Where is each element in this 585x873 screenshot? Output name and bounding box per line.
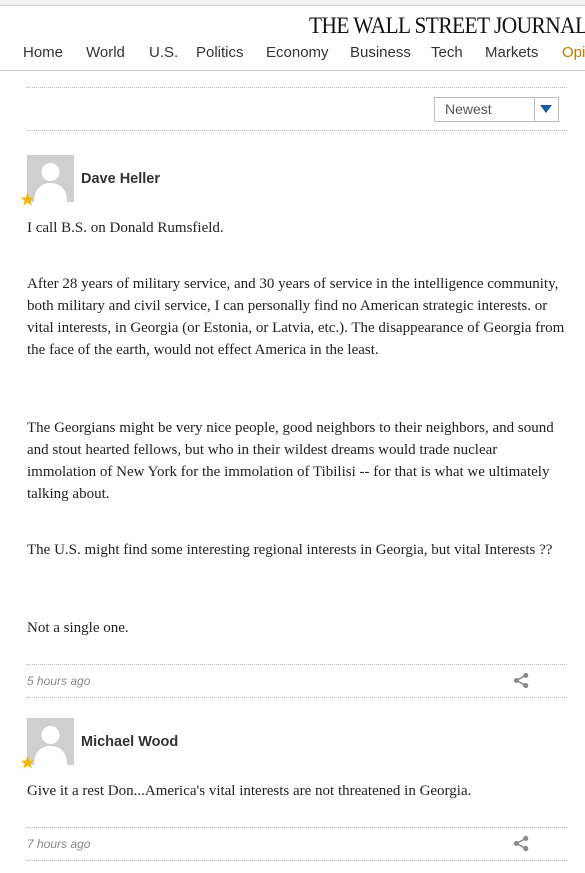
divider — [27, 860, 567, 861]
sort-selected-value: Newest — [445, 101, 492, 117]
nav-item-opinion[interactable]: Opinion — [562, 44, 585, 61]
wsj-logo[interactable]: THE WALL STREET JOURNAL. — [309, 13, 585, 39]
share-icon[interactable] — [513, 672, 530, 689]
divider — [27, 130, 567, 131]
divider — [27, 87, 567, 88]
comment-paragraph: After 28 years of military service, and … — [27, 276, 565, 358]
divider — [27, 827, 567, 828]
nav-item-politics[interactable]: Politics — [196, 44, 244, 61]
sort-dropdown-button[interactable] — [534, 98, 558, 121]
comment-paragraph: Not a single one. — [27, 620, 129, 636]
sort-select[interactable]: Newest — [434, 97, 559, 122]
comment-paragraph: Give it a rest Don...America's vital int… — [27, 783, 472, 799]
comment-timestamp: 5 hours ago — [27, 674, 91, 688]
nav-item-economy[interactable]: Economy — [266, 44, 329, 61]
chevron-down-icon — [540, 105, 552, 113]
nav-item-business[interactable]: Business — [350, 44, 411, 61]
star-icon — [20, 755, 35, 769]
comment-author[interactable]: Dave Heller — [81, 171, 160, 187]
comment-paragraph: The U.S. might find some interesting reg… — [27, 542, 553, 558]
nav-item-markets[interactable]: Markets — [485, 44, 538, 61]
nav-item-us[interactable]: U.S. — [149, 44, 178, 61]
comment-timestamp: 7 hours ago — [27, 837, 91, 851]
nav-item-home[interactable]: Home — [23, 44, 63, 61]
divider — [27, 664, 567, 665]
share-icon[interactable] — [513, 835, 530, 852]
main-nav: Home World U.S. Politics Economy Busines… — [0, 44, 585, 71]
divider — [27, 697, 567, 698]
star-icon — [20, 192, 35, 206]
comment-paragraph: The Georgians might be very nice people,… — [27, 420, 554, 502]
nav-item-world[interactable]: World — [86, 44, 125, 61]
nav-item-tech[interactable]: Tech — [431, 44, 463, 61]
comment-paragraph: I call B.S. on Donald Rumsfield. — [27, 220, 224, 236]
top-bar — [0, 0, 585, 6]
comment-author[interactable]: Michael Wood — [81, 734, 178, 750]
